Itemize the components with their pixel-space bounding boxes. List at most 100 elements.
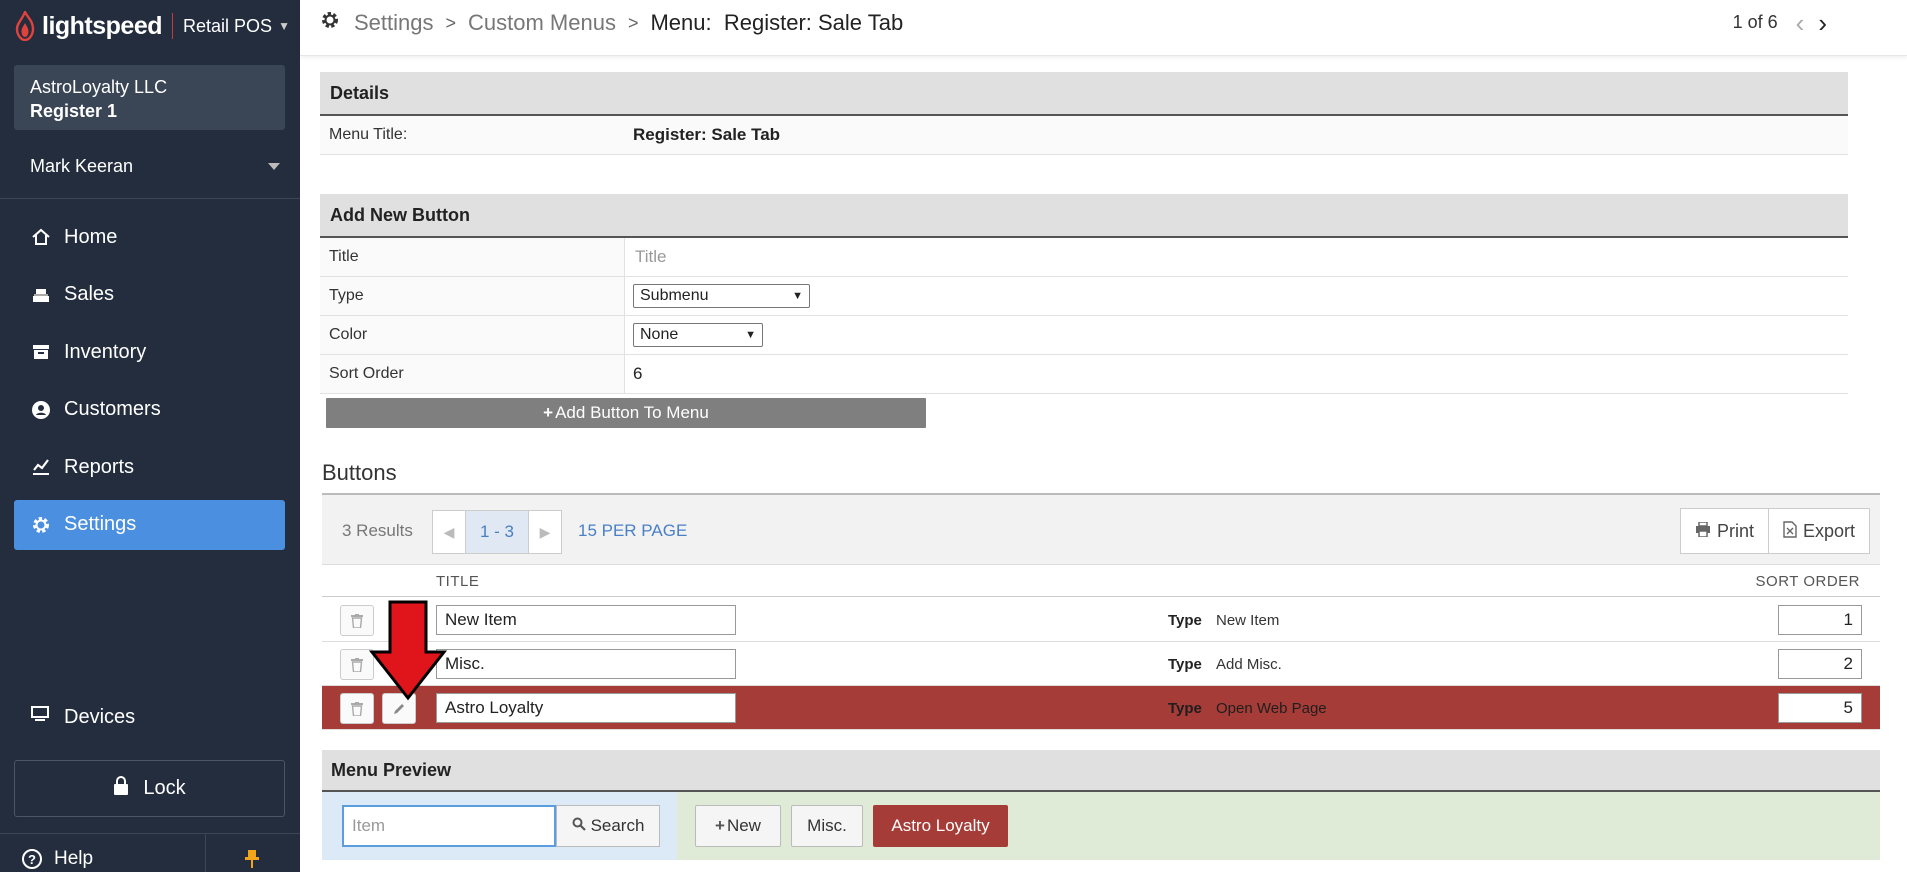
nav-sales[interactable]: Sales (14, 270, 285, 320)
color-select-value: None (640, 326, 679, 343)
search-label: Search (590, 816, 645, 835)
table-row: New Item Type New Item 1 (322, 598, 1880, 642)
prev-page-icon[interactable]: ◀ (433, 511, 465, 553)
export-tools: Print Export (1679, 508, 1870, 554)
account-name: AstroLoyalty LLC (30, 77, 168, 97)
print-button[interactable]: Print (1681, 509, 1768, 553)
add-button-to-menu[interactable]: + Add Button To Menu (326, 398, 926, 428)
nav-label: Sales (64, 283, 115, 305)
button-title-input[interactable]: Astro Loyalty (436, 693, 736, 723)
breadcrumb-settings[interactable]: Settings (354, 10, 434, 36)
previous-arrow-icon[interactable]: ‹ (1796, 10, 1805, 36)
page-title: Menu: Register: Sale Tab (650, 10, 904, 35)
sort-order-input[interactable]: 1 (1778, 605, 1862, 635)
product-name: Retail POS (183, 15, 273, 36)
computer-icon (30, 704, 52, 730)
nav-reports[interactable]: Reports (14, 442, 285, 492)
pin-icon[interactable] (245, 850, 259, 872)
breadcrumb: Settings > Custom Menus > Menu: Register… (320, 10, 903, 36)
question-icon: ? (22, 849, 42, 869)
button-title-input[interactable]: New Item (436, 605, 736, 635)
pagination: ◀ 1 - 3 ▶ (432, 510, 562, 554)
preview-button-label: Misc. (807, 816, 847, 835)
list-toolbar: 3 Results ◀ 1 - 3 ▶ 15 PER PAGE Print Ex… (322, 495, 1880, 565)
preview-new-button[interactable]: + New (695, 805, 781, 847)
box-icon (30, 341, 52, 363)
type-label: Type (1168, 612, 1202, 629)
record-pager: 1 of 6 ‹ › (1732, 10, 1827, 36)
nav-label: Inventory (64, 340, 147, 363)
red-arrow-annotation (368, 600, 448, 701)
add-button-label: Add Button To Menu (555, 403, 709, 422)
menu-title-row: Menu Title: Register: Sale Tab (320, 116, 1848, 155)
sidebar: lightspeed Retail POS ▼ AstroLoyalty LLC… (0, 0, 300, 872)
button-title-input[interactable]: Misc. (436, 649, 736, 679)
export-label: Export (1802, 520, 1855, 541)
sort-order-label: Sort Order (320, 355, 625, 393)
brand-menu[interactable]: lightspeed Retail POS ▼ (14, 8, 290, 44)
sort-order-input[interactable]: 6 (633, 364, 642, 384)
sort-order-input[interactable]: 5 (1778, 693, 1862, 723)
register-name: Register 1 (30, 101, 118, 121)
chevron-down-icon: ▼ (745, 329, 756, 341)
brand-name: lightspeed (42, 11, 163, 40)
nav-home[interactable]: Home (14, 212, 285, 262)
nav-devices[interactable]: Devices (14, 692, 285, 742)
excel-file-icon (1783, 520, 1797, 542)
user-circle-icon (30, 399, 52, 421)
title-field-wrap (625, 238, 1848, 276)
nav-label: Reports (64, 455, 135, 478)
nav-customers[interactable]: Customers (14, 385, 285, 435)
pager-count: 1 of 6 (1732, 12, 1778, 32)
type-value: Add Misc. (1216, 656, 1282, 673)
table-row: Misc. Type Add Misc. 2 (322, 642, 1880, 686)
preview-search-button[interactable]: Search (556, 805, 660, 847)
column-sort-order: SORT ORDER (1755, 573, 1860, 590)
chevron-right-icon: > (445, 12, 457, 33)
gear-icon (320, 10, 340, 36)
nav-inventory[interactable]: Inventory (14, 327, 285, 377)
plus-icon: + (715, 816, 725, 835)
preview-astro-loyalty-button[interactable]: Astro Loyalty (873, 805, 1008, 847)
color-label: Color (320, 316, 625, 354)
export-button[interactable]: Export (1767, 509, 1869, 553)
preview-misc-button[interactable]: Misc. (791, 805, 863, 847)
breadcrumb-custom-menus[interactable]: Custom Menus (468, 10, 616, 36)
per-page-select[interactable]: 15 PER PAGE (578, 521, 687, 541)
column-title: TITLE (436, 573, 480, 590)
page-range[interactable]: 1 - 3 (465, 511, 529, 553)
chart-icon (30, 456, 52, 478)
help-label: Help (54, 848, 94, 869)
nav-label: Settings (64, 513, 137, 535)
account-box[interactable]: AstroLoyalty LLC Register 1 (14, 65, 285, 130)
title-input[interactable] (633, 238, 1848, 276)
caret-down-icon: ▼ (278, 19, 290, 33)
user-menu[interactable]: Mark Keeran (30, 152, 280, 180)
main-nav: Home Sales Inventory Customers Reports S… (14, 212, 285, 557)
type-row: Type Submenu ▼ (320, 277, 1848, 316)
user-name: Mark Keeran (30, 155, 134, 176)
type-value: New Item (1216, 612, 1280, 629)
add-new-button-panel: Add New Button Title Type Submenu ▼ Colo… (320, 194, 1848, 394)
menu-title-value: Register: Sale Tab (625, 116, 1848, 154)
type-select[interactable]: Submenu ▼ (633, 284, 810, 308)
color-select[interactable]: None ▼ (633, 323, 763, 347)
top-bar: Settings > Custom Menus > Menu: Register… (300, 0, 1907, 56)
divider (0, 833, 300, 834)
lock-button[interactable]: Lock (14, 760, 285, 817)
search-icon (572, 816, 586, 836)
table-row-selected: Astro Loyalty Type Open Web Page 5 (322, 686, 1880, 730)
help-link[interactable]: ? Help (22, 848, 93, 870)
chevron-down-icon (268, 162, 280, 170)
nav-settings[interactable]: Settings (14, 499, 285, 550)
lock-label: Lock (143, 777, 186, 799)
home-icon (30, 226, 52, 248)
preview-item-input[interactable]: Item (342, 805, 556, 847)
menu-preview-heading: Menu Preview (322, 750, 1880, 792)
preview-button-label: New (726, 816, 761, 835)
table-header: TITLE SORT ORDER (322, 565, 1880, 597)
next-page-icon[interactable]: ▶ (529, 511, 561, 553)
next-arrow-icon[interactable]: › (1818, 10, 1827, 36)
buttons-heading: Buttons (322, 460, 397, 485)
sort-order-input[interactable]: 2 (1778, 649, 1862, 679)
